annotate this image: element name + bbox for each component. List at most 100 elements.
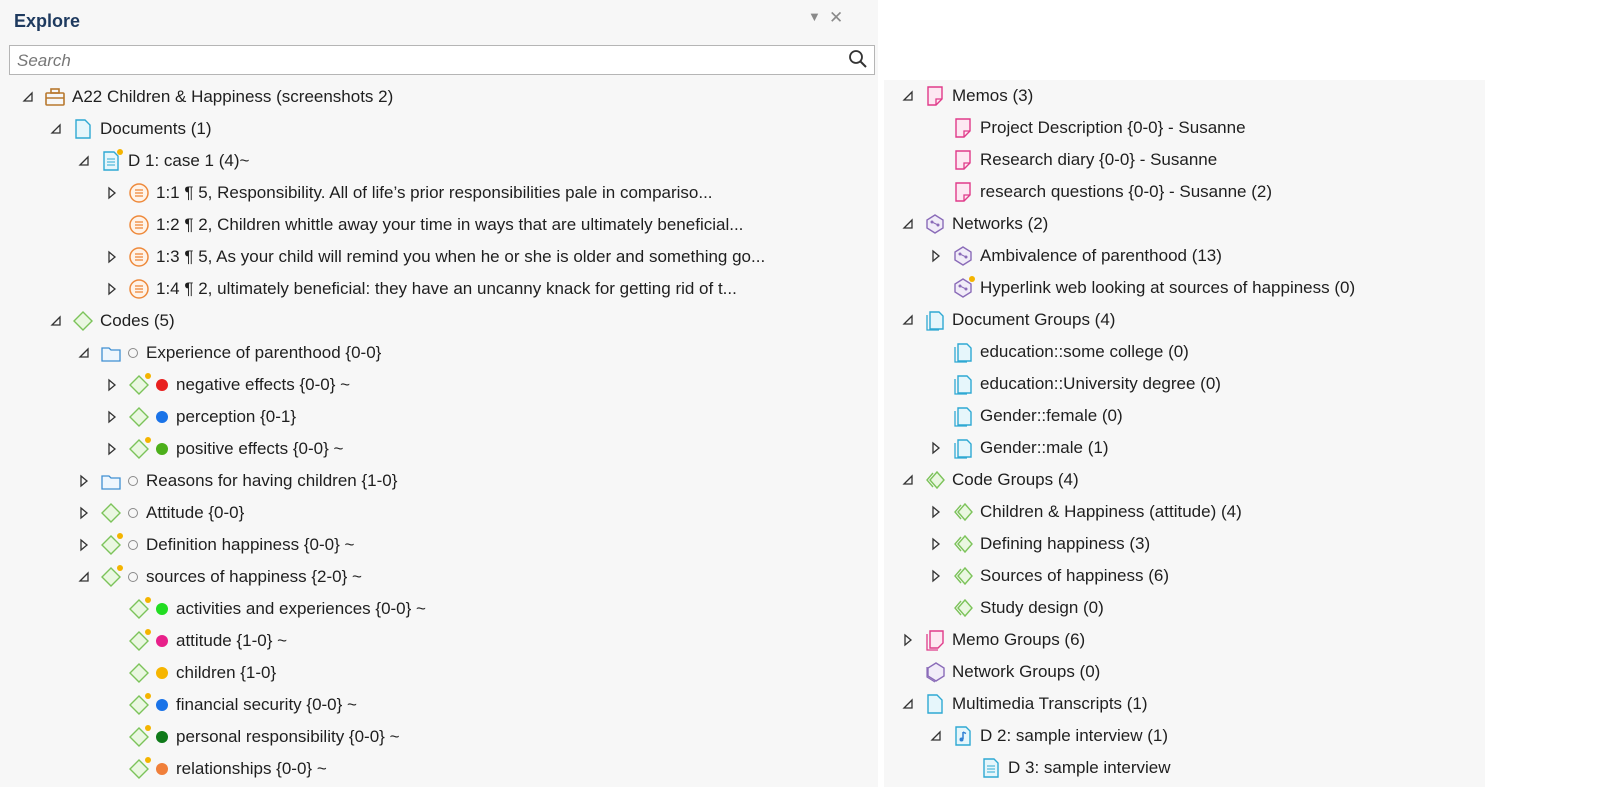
modified-indicator-icon: [145, 373, 151, 379]
tree-node[interactable]: education::University degree (0): [884, 368, 1485, 400]
collapse-arrow-icon[interactable]: [900, 696, 916, 712]
collapse-arrow-icon[interactable]: [900, 472, 916, 488]
collapse-arrow-icon[interactable]: [48, 313, 64, 329]
tree-node[interactable]: 1:2 ¶ 2, Children whittle away your time…: [0, 209, 878, 241]
collapse-arrow-icon[interactable]: [76, 345, 92, 361]
expand-arrow-icon[interactable]: [104, 185, 120, 201]
tree-node[interactable]: relationships {0-0} ~: [0, 753, 878, 785]
tree-node[interactable]: activities and experiences {0-0} ~: [0, 593, 878, 625]
expand-arrow-icon[interactable]: [76, 473, 92, 489]
tree-node-label: Attitude {0-0}: [146, 503, 245, 522]
tree-node[interactable]: Document Groups (4): [884, 304, 1485, 336]
tree-node[interactable]: sources of happiness {2-0} ~: [0, 561, 878, 593]
tree-node[interactable]: 1:1 ¶ 5, Responsibility. All of life’s p…: [0, 177, 878, 209]
collapse-arrow-icon[interactable]: [900, 216, 916, 232]
tree-node[interactable]: financial security {0-0} ~: [0, 689, 878, 721]
tree-node[interactable]: research questions {0-0} - Susanne (2): [884, 176, 1485, 208]
tree-node-label: Hyperlink web looking at sources of happ…: [980, 278, 1356, 297]
expand-arrow-icon[interactable]: [104, 281, 120, 297]
collapse-arrow-icon[interactable]: [48, 121, 64, 137]
tree-node-label: research questions {0-0} - Susanne (2): [980, 182, 1273, 201]
search-box: [9, 45, 875, 75]
tree-node[interactable]: D 2: sample interview (1): [884, 720, 1485, 752]
tree-node[interactable]: Children & Happiness (attitude) (4): [884, 496, 1485, 528]
expand-arrow-icon[interactable]: [76, 537, 92, 553]
document-group-icon: [952, 405, 974, 427]
expand-arrow-icon[interactable]: [928, 248, 944, 264]
close-icon[interactable]: ✕: [829, 8, 843, 28]
tree-node[interactable]: Defining happiness (3): [884, 528, 1485, 560]
tree-node[interactable]: positive effects {0-0} ~: [0, 433, 878, 465]
tree-node[interactable]: Hyperlink web looking at sources of happ…: [884, 272, 1485, 304]
expand-arrow-icon[interactable]: [928, 536, 944, 552]
expand-arrow-icon[interactable]: [900, 632, 916, 648]
tree-node[interactable]: Network Groups (0): [884, 656, 1485, 688]
code-group-icon: [952, 565, 974, 587]
expand-arrow-icon[interactable]: [104, 249, 120, 265]
tree-node-label: D 3: sample interview: [1008, 758, 1171, 777]
tree-node[interactable]: Multimedia Transcripts (1): [884, 688, 1485, 720]
tree-node[interactable]: children {1-0}: [0, 657, 878, 689]
tree-node[interactable]: negative effects {0-0} ~: [0, 369, 878, 401]
tree-node[interactable]: Gender::male (1): [884, 432, 1485, 464]
tree-node[interactable]: Research diary {0-0} - Susanne: [884, 144, 1485, 176]
toggle-spacer: [104, 217, 120, 233]
explore-tree: A22 Children & Happiness (screenshots 2)…: [0, 81, 878, 785]
tree-node[interactable]: Documents (1): [0, 113, 878, 145]
tree-node[interactable]: D 1: case 1 (4)~: [0, 145, 878, 177]
toggle-spacer: [104, 665, 120, 681]
tree-node[interactable]: D 3: sample interview: [884, 752, 1485, 784]
collapse-arrow-icon[interactable]: [76, 153, 92, 169]
collapse-arrow-icon[interactable]: [76, 569, 92, 585]
tree-node[interactable]: 1:3 ¶ 5, As your child will remind you w…: [0, 241, 878, 273]
collapse-arrow-icon[interactable]: [900, 88, 916, 104]
tree-node-label: 1:4 ¶ 2, ultimately beneficial: they hav…: [156, 279, 737, 298]
expand-arrow-icon[interactable]: [928, 568, 944, 584]
collapse-arrow-icon[interactable]: [928, 728, 944, 744]
tree-node[interactable]: Project Description {0-0} - Susanne: [884, 112, 1485, 144]
code-color-dot: [156, 379, 168, 391]
tree-node[interactable]: Memo Groups (6): [884, 624, 1485, 656]
collapse-arrow-icon[interactable]: [20, 89, 36, 105]
tree-node[interactable]: Experience of parenthood {0-0}: [0, 337, 878, 369]
tree-node[interactable]: 1:4 ¶ 2, ultimately beneficial: they hav…: [0, 273, 878, 305]
code-color-dot: [156, 699, 168, 711]
expand-arrow-icon[interactable]: [76, 505, 92, 521]
tree-node[interactable]: Code Groups (4): [884, 464, 1485, 496]
expand-arrow-icon[interactable]: [928, 504, 944, 520]
tree-node[interactable]: perception {0-1}: [0, 401, 878, 433]
tree-node[interactable]: Gender::female (0): [884, 400, 1485, 432]
search-input[interactable]: [15, 49, 839, 73]
panel-title: Explore: [14, 11, 81, 31]
expand-arrow-icon[interactable]: [928, 440, 944, 456]
search-icon[interactable]: [848, 49, 868, 74]
tree-node[interactable]: Memos (3): [884, 80, 1485, 112]
expand-arrow-icon[interactable]: [104, 441, 120, 457]
expand-arrow-icon[interactable]: [104, 409, 120, 425]
folder-icon: [100, 470, 122, 492]
memo-icon: [952, 149, 974, 171]
tree-node[interactable]: Codes (5): [0, 305, 878, 337]
tree-node[interactable]: Reasons for having children {1-0}: [0, 465, 878, 497]
collapse-arrow-icon[interactable]: [900, 312, 916, 328]
network-icon: [952, 245, 974, 267]
tree-node-label: relationships {0-0} ~: [176, 759, 327, 778]
panel-menu-dropdown-icon[interactable]: ▼: [808, 9, 821, 24]
tree-node-label: D 1: case 1 (4)~: [128, 151, 250, 170]
tree-node-label: Research diary {0-0} - Susanne: [980, 150, 1218, 169]
tree-node[interactable]: Networks (2): [884, 208, 1485, 240]
tree-node[interactable]: Definition happiness {0-0} ~: [0, 529, 878, 561]
tree-node[interactable]: Sources of happiness (6): [884, 560, 1485, 592]
tree-node[interactable]: A22 Children & Happiness (screenshots 2): [0, 81, 878, 113]
memo-group-icon: [924, 629, 946, 651]
expand-arrow-icon[interactable]: [104, 377, 120, 393]
tree-node[interactable]: Study design (0): [884, 592, 1485, 624]
explore-header: Explore ▼ ✕: [0, 0, 878, 42]
tree-node-label: Documents (1): [100, 119, 212, 138]
tree-node[interactable]: attitude {1-0} ~: [0, 625, 878, 657]
tree-node[interactable]: Ambivalence of parenthood (13): [884, 240, 1485, 272]
tree-node[interactable]: education::some college (0): [884, 336, 1485, 368]
toggle-spacer: [104, 729, 120, 745]
tree-node[interactable]: personal responsibility {0-0} ~: [0, 721, 878, 753]
tree-node[interactable]: Attitude {0-0}: [0, 497, 878, 529]
